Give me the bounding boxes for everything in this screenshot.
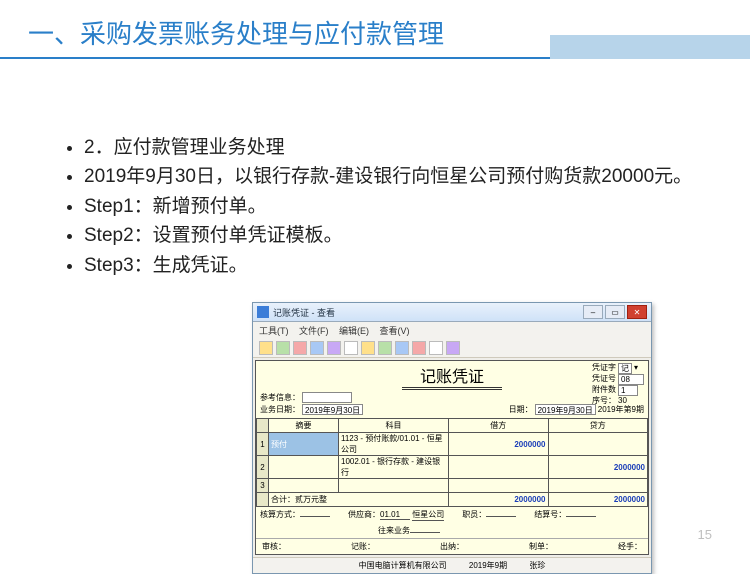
summary-cell[interactable]	[269, 456, 339, 479]
menu-item[interactable]: 工具(T)	[259, 326, 289, 336]
status-bar: 中国电脑计算机有限公司 2019年9期 张珍	[253, 557, 651, 573]
menu-item[interactable]: 查看(V)	[380, 326, 410, 336]
voucher-no-input[interactable]: 08	[618, 374, 644, 385]
bullet-item: Step2：设置预付单凭证模板。	[84, 221, 700, 250]
toolbar-icon[interactable]	[412, 341, 426, 355]
total-row: 合计：贰万元整 2000000 2000000	[257, 493, 648, 507]
toolbar-icon[interactable]	[276, 341, 290, 355]
slide-title-bar: 一、采购发票账务处理与应付款管理	[0, 0, 750, 59]
menu-item[interactable]: 文件(F)	[299, 326, 329, 336]
status-user: 张珍	[529, 561, 545, 570]
total-debit: 2000000	[449, 493, 549, 507]
date-input[interactable]: 2019年9月30日	[535, 404, 596, 415]
toolbar-icon[interactable]	[429, 341, 443, 355]
voucher-signatures: 审核： 记账： 出纳： 制单： 经手：	[256, 538, 648, 554]
status-company: 中国电脑计算机有限公司	[359, 561, 447, 570]
toolbar-icon[interactable]	[378, 341, 392, 355]
voucher-window: 记账凭证 - 查看 – ▭ ✕ 工具(T) 文件(F) 编辑(E) 查看(V) …	[252, 302, 652, 574]
attachment-input[interactable]: 1	[618, 385, 638, 396]
total-label: 合计：贰万元整	[269, 493, 449, 507]
bullet-item: 2．应付款管理业务处理	[84, 133, 700, 162]
subject-cell[interactable]: 1123 - 预付账款/01.01 - 恒星公司	[339, 433, 449, 456]
credit-cell[interactable]	[548, 433, 648, 456]
voucher-type-input[interactable]: 记	[618, 363, 632, 374]
voucher-bottom-meta: 核算方式： 供应商：01.01 恒星公司 职员： 结算号： 往来业务	[256, 507, 648, 538]
table-header-row: 摘要 科目 借方 贷方	[257, 419, 648, 433]
debit-cell[interactable]: 2000000	[449, 433, 549, 456]
table-row: 3	[257, 479, 648, 493]
table-row: 1 预付 1123 - 预付账款/01.01 - 恒星公司 2000000	[257, 433, 648, 456]
window-buttons: – ▭ ✕	[583, 305, 647, 319]
toolbar-icon[interactable]	[395, 341, 409, 355]
toolbar-icon[interactable]	[310, 341, 324, 355]
toolbar-icon[interactable]	[259, 341, 273, 355]
minimize-button[interactable]: –	[583, 305, 603, 319]
ref-input[interactable]	[302, 392, 352, 403]
toolbar-icon[interactable]	[361, 341, 375, 355]
voucher-left-meta: 参考信息： 业务日期： 2019年9月30日 日期： 2019年9月30日 20…	[260, 392, 644, 415]
maximize-button[interactable]: ▭	[605, 305, 625, 319]
summary-cell[interactable]: 预付	[269, 433, 339, 456]
toolbar-icon[interactable]	[293, 341, 307, 355]
biz-date-input[interactable]: 2019年9月30日	[302, 404, 363, 415]
bullet-list: 2．应付款管理业务处理 2019年9月30日，以银行存款-建设银行向恒星公司预付…	[0, 59, 750, 280]
window-titlebar[interactable]: 记账凭证 - 查看 – ▭ ✕	[253, 303, 651, 322]
voucher-body: 记账凭证 凭证字记▾ 凭证号08 附件数1 序号：30 参考信息： 业务日期： …	[255, 360, 649, 555]
toolbar	[253, 339, 651, 358]
window-title: 记账凭证 - 查看	[273, 306, 583, 319]
subject-cell[interactable]: 1002.01 - 银行存款 - 建设银行	[339, 456, 449, 479]
app-icon	[257, 306, 269, 318]
total-credit: 2000000	[548, 493, 648, 507]
decorative-wedge	[550, 35, 750, 59]
bullet-item: 2019年9月30日，以银行存款-建设银行向恒星公司预付购货款20000元。	[84, 162, 700, 191]
menu-bar[interactable]: 工具(T) 文件(F) 编辑(E) 查看(V)	[253, 322, 651, 339]
toolbar-icon[interactable]	[327, 341, 341, 355]
menu-item[interactable]: 编辑(E)	[339, 326, 369, 336]
credit-cell[interactable]: 2000000	[548, 456, 648, 479]
close-button[interactable]: ✕	[627, 305, 647, 319]
dropdown-icon[interactable]: ▾	[634, 363, 638, 373]
voucher-right-meta: 凭证字记▾ 凭证号08 附件数1 序号：30	[592, 363, 644, 406]
toolbar-icon[interactable]	[446, 341, 460, 355]
debit-cell[interactable]	[449, 456, 549, 479]
bullet-item: Step3：生成凭证。	[84, 251, 700, 280]
voucher-table[interactable]: 摘要 科目 借方 贷方 1 预付 1123 - 预付账款/01.01 - 恒星公…	[256, 418, 648, 507]
sequence-value: 30	[618, 396, 627, 406]
page-number: 15	[698, 527, 712, 542]
voucher-title: 记账凭证	[402, 363, 502, 390]
table-row: 2 1002.01 - 银行存款 - 建设银行 2000000	[257, 456, 648, 479]
toolbar-icon[interactable]	[344, 341, 358, 355]
status-period: 2019年9期	[469, 561, 507, 570]
bullet-item: Step1：新增预付单。	[84, 192, 700, 221]
